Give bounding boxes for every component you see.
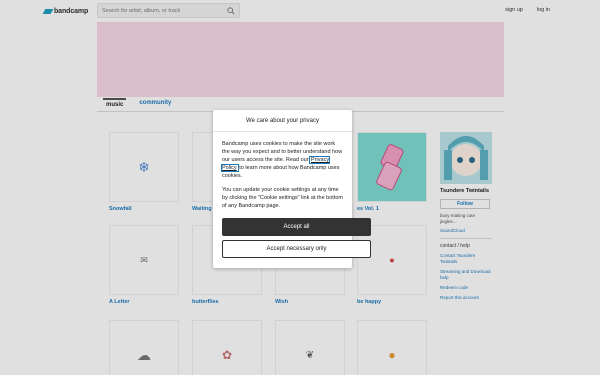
accept-necessary-button[interactable]: Accept necessary only	[222, 240, 371, 258]
privacy-modal: We care about your privacy Bandcamp uses…	[213, 110, 371, 268]
modal-title: We care about your privacy	[213, 110, 352, 132]
modal-text-after: to learn more about how Bandcamp uses co…	[222, 165, 340, 179]
modal-paragraph-1: Bandcamp uses cookies to make the site w…	[220, 140, 343, 180]
modal-paragraph-2: You can update your cookie settings at a…	[222, 187, 343, 209]
modal-body: Bandcamp uses cookies to make the site w…	[213, 132, 352, 210]
modal-actions: Accept all Accept necessary only	[222, 218, 371, 258]
accept-all-button[interactable]: Accept all	[222, 218, 371, 236]
